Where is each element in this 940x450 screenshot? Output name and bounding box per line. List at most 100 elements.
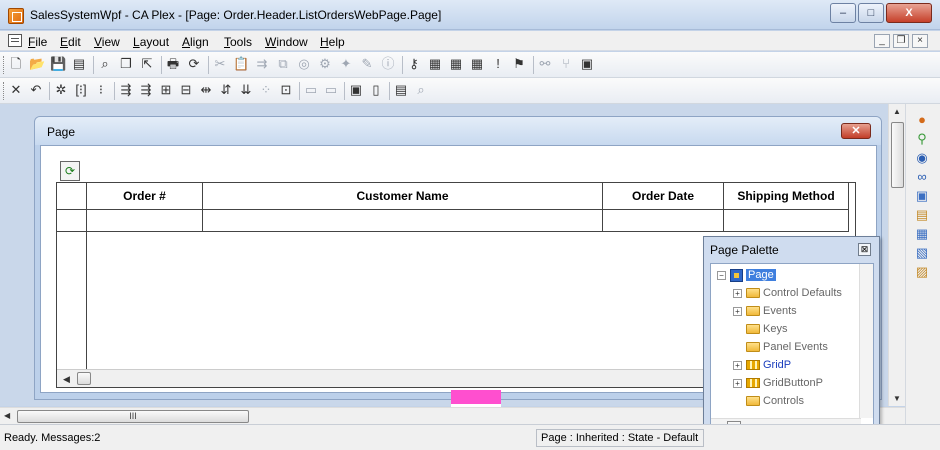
tree-node-page[interactable]: − Page bbox=[717, 267, 776, 284]
toolbar-grip[interactable] bbox=[3, 56, 6, 74]
menu-window[interactable]: Window bbox=[265, 35, 308, 49]
tree-node-events[interactable]: + Events bbox=[733, 303, 797, 320]
panel-props-icon[interactable]: ▧ bbox=[914, 245, 930, 261]
center-icon[interactable]: ⊡ bbox=[278, 82, 294, 98]
panel-c-icon[interactable]: ▦ bbox=[469, 56, 485, 72]
scroll-down-arrow-icon[interactable]: ▼ bbox=[893, 394, 901, 403]
alert-icon[interactable]: ! bbox=[490, 56, 506, 72]
tree-node-control-defaults[interactable]: + Control Defaults bbox=[733, 285, 842, 302]
mdi-close-button[interactable]: × bbox=[912, 34, 928, 48]
key-icon[interactable]: ⚷ bbox=[406, 56, 422, 72]
wand-icon[interactable]: ✦ bbox=[338, 56, 354, 72]
column-header-order-date[interactable]: Order Date bbox=[603, 183, 724, 210]
scroll-left-arrow-icon[interactable]: ◀ bbox=[4, 411, 10, 420]
expand-icon[interactable]: + bbox=[733, 360, 742, 370]
sphere-icon[interactable]: ● bbox=[914, 112, 930, 128]
horizontal-scroll-thumb[interactable]: III bbox=[17, 410, 249, 423]
expand-icon[interactable]: + bbox=[733, 306, 742, 316]
space-v-icon[interactable]: ⊟ bbox=[178, 82, 194, 98]
menu-view[interactable]: View bbox=[94, 35, 120, 49]
grid-dots-icon[interactable]: ⁘ bbox=[258, 82, 274, 98]
space-h-icon[interactable]: ⊞ bbox=[158, 82, 174, 98]
panel-b-icon[interactable]: ▦ bbox=[448, 56, 464, 72]
link-icon[interactable]: ⧉ bbox=[275, 56, 291, 72]
connector-icon[interactable]: ⚲ bbox=[914, 131, 930, 147]
close-button[interactable]: X bbox=[886, 3, 932, 23]
edit-icon[interactable]: ✎ bbox=[359, 56, 375, 72]
tree-vertical-scrollbar[interactable] bbox=[859, 264, 873, 418]
cell-order-date[interactable] bbox=[603, 210, 724, 232]
find-icon[interactable]: ⌕ bbox=[97, 56, 113, 72]
tree-node-keys[interactable]: Keys bbox=[733, 321, 787, 338]
mdi-restore-button[interactable]: ❐ bbox=[893, 34, 909, 48]
minimize-button[interactable]: – bbox=[830, 3, 856, 23]
scroll-up-arrow-icon[interactable]: ▲ bbox=[893, 107, 901, 116]
info-icon[interactable]: ⓘ bbox=[380, 56, 396, 72]
gear-icon[interactable]: ⚙ bbox=[317, 56, 333, 72]
panel-edit-icon[interactable]: ▤ bbox=[914, 207, 930, 223]
link-icon[interactable]: ∞ bbox=[914, 169, 930, 185]
flag-icon[interactable]: ⚑ bbox=[511, 56, 527, 72]
pointer-icon[interactable]: ⇱ bbox=[139, 56, 155, 72]
page-window-caption[interactable]: Page ✕ bbox=[35, 117, 881, 145]
tab-a-icon[interactable]: ▭ bbox=[303, 82, 319, 98]
menu-tools[interactable]: Tools bbox=[224, 35, 252, 49]
paste-icon[interactable]: 📋 bbox=[233, 56, 249, 72]
panel-grid-icon[interactable]: ▦ bbox=[914, 226, 930, 242]
new-icon[interactable]: 🗋 bbox=[8, 56, 24, 72]
palette-tree[interactable]: − Page + Control Defaults + Events Keys Panel … bbox=[710, 263, 874, 435]
open-icon[interactable]: 📂 bbox=[29, 56, 45, 72]
size-h-icon[interactable]: ⇹ bbox=[198, 82, 214, 98]
toolbar-grip[interactable] bbox=[3, 82, 6, 100]
order-icon[interactable]: ⇊ bbox=[238, 82, 254, 98]
collapse-icon[interactable]: − bbox=[717, 270, 726, 280]
print-icon[interactable]: 🖶 bbox=[165, 56, 181, 72]
maximize-button[interactable]: □ bbox=[858, 3, 884, 23]
panel-icon[interactable]: ▣ bbox=[914, 188, 930, 204]
globe-icon[interactable]: ◉ bbox=[914, 150, 930, 166]
document-system-menu-icon[interactable] bbox=[8, 34, 22, 47]
tree-node-controls[interactable]: Controls bbox=[733, 393, 804, 410]
refresh-button[interactable]: ⟳ bbox=[60, 161, 80, 181]
menu-layout[interactable]: Layout bbox=[133, 35, 169, 49]
workspace-vertical-scrollbar[interactable]: ▲ ▼ bbox=[888, 104, 905, 406]
cell-order-number[interactable] bbox=[87, 210, 203, 232]
key-panel-icon[interactable]: ▨ bbox=[914, 264, 930, 280]
align-grid-icon[interactable]: ⁝ bbox=[93, 82, 109, 98]
vertical-scroll-thumb[interactable] bbox=[891, 122, 904, 188]
menu-align[interactable]: Align bbox=[182, 35, 209, 49]
delete-icon[interactable]: ✕ bbox=[8, 82, 24, 98]
row-selector[interactable] bbox=[57, 210, 87, 232]
zoom-icon[interactable]: ⌕ bbox=[413, 82, 429, 98]
grid-scroll-thumb[interactable] bbox=[77, 372, 91, 385]
expand-icon[interactable]: + bbox=[733, 288, 742, 298]
cut-icon[interactable]: ✂ bbox=[212, 56, 228, 72]
distribute-2-icon[interactable]: ⇶ bbox=[138, 82, 154, 98]
app-icon[interactable] bbox=[8, 8, 24, 24]
scroll-left-arrow-icon[interactable]: ◀ bbox=[63, 374, 70, 385]
save-icon[interactable]: 💾 bbox=[50, 56, 66, 72]
size-v-icon[interactable]: ⇵ bbox=[218, 82, 234, 98]
ring-icon[interactable]: ◎ bbox=[296, 56, 312, 72]
snap-icon[interactable]: ✲ bbox=[53, 82, 69, 98]
tree-node-gridbuttonp[interactable]: + GridButtonP bbox=[733, 375, 823, 392]
mdi-minimize-button[interactable]: _ bbox=[874, 34, 890, 48]
column-header-shipping-method[interactable]: Shipping Method bbox=[724, 183, 849, 210]
refresh-icon[interactable]: ⟳ bbox=[186, 56, 202, 72]
menu-file[interactable]: File bbox=[28, 35, 47, 49]
window-icon[interactable]: ▣ bbox=[579, 56, 595, 72]
save-all-icon[interactable]: ▤ bbox=[71, 56, 87, 72]
tab-b-icon[interactable]: ▭ bbox=[323, 82, 339, 98]
column-header-customer-name[interactable]: Customer Name bbox=[203, 183, 603, 210]
connect-icon[interactable]: ⚯ bbox=[537, 56, 553, 72]
props-icon[interactable]: ▣ bbox=[348, 82, 364, 98]
menu-help[interactable]: Help bbox=[320, 35, 345, 49]
palette-close-button[interactable]: ⊠ bbox=[858, 243, 871, 256]
cell-customer-name[interactable] bbox=[203, 210, 603, 232]
preview-icon[interactable]: ▤ bbox=[393, 82, 409, 98]
panel-icon[interactable]: ▯ bbox=[368, 82, 384, 98]
panel-a-icon[interactable]: ▦ bbox=[427, 56, 443, 72]
undo-icon[interactable]: ↶ bbox=[28, 82, 44, 98]
expand-icon[interactable]: + bbox=[733, 378, 742, 388]
align-left-icon[interactable]: [⁝] bbox=[73, 82, 89, 98]
